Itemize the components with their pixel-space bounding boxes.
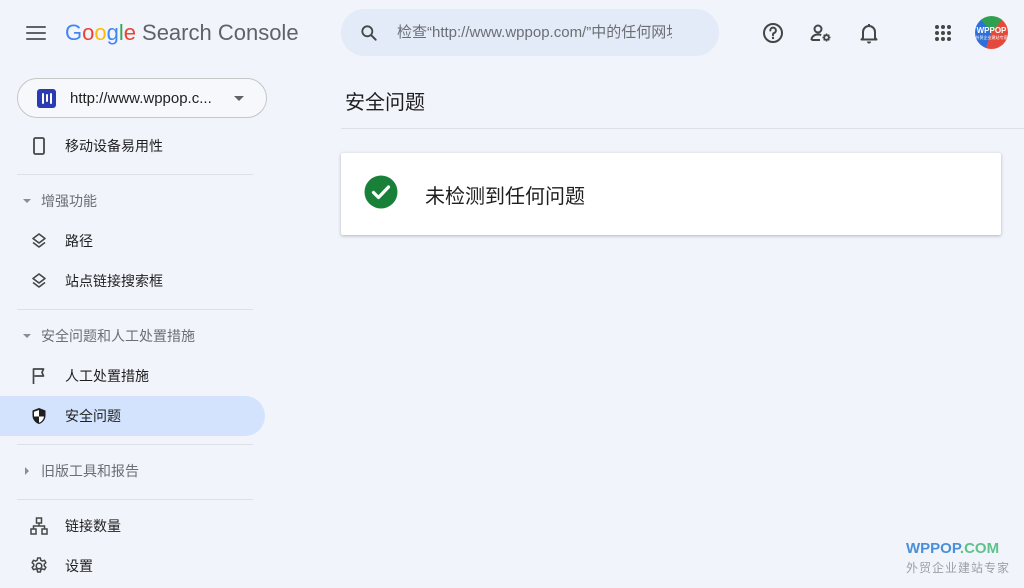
logo-letter: o	[82, 20, 95, 45]
gear-icon	[31, 557, 47, 573]
menu-icon-bar	[26, 38, 46, 40]
account-avatar[interactable]: WPPOP 外贸企业建站专家	[975, 16, 1008, 49]
sidebar-item-label: 链接数量	[65, 518, 121, 534]
menu-icon-bar	[26, 32, 46, 34]
check-circle-icon	[364, 175, 398, 209]
watermark-brand-a: WPPOP	[906, 540, 960, 557]
divider	[17, 444, 253, 445]
logo-letter: g	[106, 20, 119, 45]
watermark-brand-b: .COM	[959, 540, 1000, 557]
manage-users-icon[interactable]	[809, 21, 833, 45]
notifications-icon[interactable]	[857, 21, 881, 45]
avatar-text: WPPOP	[976, 25, 1007, 35]
sidebar-nav: http://www.wppop.c... 移动设备易用性 增强功能 路径 站点…	[0, 66, 280, 588]
sidebar-item-label: 设置	[65, 558, 93, 574]
section-label: 旧版工具和报告	[41, 463, 139, 479]
logo-letter: G	[65, 20, 83, 45]
help-icon[interactable]	[761, 21, 785, 45]
sidebar-item-settings[interactable]: 设置	[0, 546, 265, 586]
section-security-manual-actions[interactable]: 安全问题和人工处置措施	[0, 318, 265, 354]
phone-icon	[33, 137, 45, 155]
section-enhancements[interactable]: 增强功能	[0, 183, 265, 219]
watermark-brand: WPPOP.COM	[906, 540, 1010, 557]
sidebar-item-label: 安全问题	[65, 408, 121, 424]
url-inspection-search[interactable]	[341, 9, 719, 56]
layers-icon	[32, 233, 46, 248]
expand-arrow-icon	[25, 467, 29, 475]
sidebar-item-manual-actions[interactable]: 人工处置措施	[0, 356, 265, 396]
sitemap-icon	[30, 517, 48, 535]
apps-grid-icon[interactable]	[931, 21, 955, 45]
top-app-bar: Google Search Console WPPOP 外贸企业建站专家	[0, 0, 1024, 66]
sidebar-item-label: 路径	[65, 233, 93, 249]
divider	[17, 309, 253, 310]
menu-icon-bar	[26, 26, 46, 28]
sidebar-item-links[interactable]: 链接数量	[0, 506, 265, 546]
section-label: 增强功能	[41, 193, 97, 209]
property-selector[interactable]: http://www.wppop.c...	[17, 78, 267, 118]
divider	[17, 499, 253, 500]
divider	[17, 174, 253, 175]
section-legacy-tools[interactable]: 旧版工具和报告	[0, 453, 265, 489]
watermark-logo: WPPOP.COM 外贸企业建站专家	[906, 540, 1010, 576]
product-name: Search Console	[142, 20, 299, 45]
layers-icon	[32, 273, 46, 288]
sidebar-item-label: 站点链接搜索框	[65, 273, 163, 289]
collapse-arrow-icon	[23, 334, 31, 338]
main-menu-button[interactable]	[25, 22, 47, 44]
sidebar-item-mobile-usability[interactable]: 移动设备易用性	[0, 126, 265, 166]
search-console-logo[interactable]: Google Search Console	[65, 20, 299, 46]
collapse-arrow-icon	[23, 199, 31, 203]
shield-icon	[32, 408, 46, 424]
sidebar-item-security-issues[interactable]: 安全问题	[0, 396, 265, 436]
dropdown-arrow-icon	[234, 96, 244, 101]
sidebar-item-label: 人工处置措施	[65, 368, 149, 384]
sidebar-item-sitelinks-searchbox[interactable]: 站点链接搜索框	[0, 261, 265, 301]
sidebar-item-label: 移动设备易用性	[65, 138, 163, 154]
logo-letter: e	[123, 20, 137, 45]
property-name: http://www.wppop.c...	[70, 89, 212, 107]
search-icon	[361, 24, 377, 41]
watermark-tagline: 外贸企业建站专家	[906, 561, 1011, 575]
page-title: 安全问题	[345, 92, 425, 114]
avatar-subtext: 外贸企业建站专家	[975, 34, 1008, 40]
security-status-card: 未检测到任何问题	[341, 153, 1001, 235]
flag-icon	[32, 368, 45, 384]
property-favicon-icon	[37, 88, 56, 108]
logo-letter: o	[94, 20, 107, 45]
divider	[341, 128, 1024, 129]
search-input[interactable]	[397, 24, 672, 41]
sidebar-item-breadcrumbs[interactable]: 路径	[0, 221, 265, 261]
status-message: 未检测到任何问题	[425, 185, 585, 208]
section-label: 安全问题和人工处置措施	[41, 328, 195, 344]
